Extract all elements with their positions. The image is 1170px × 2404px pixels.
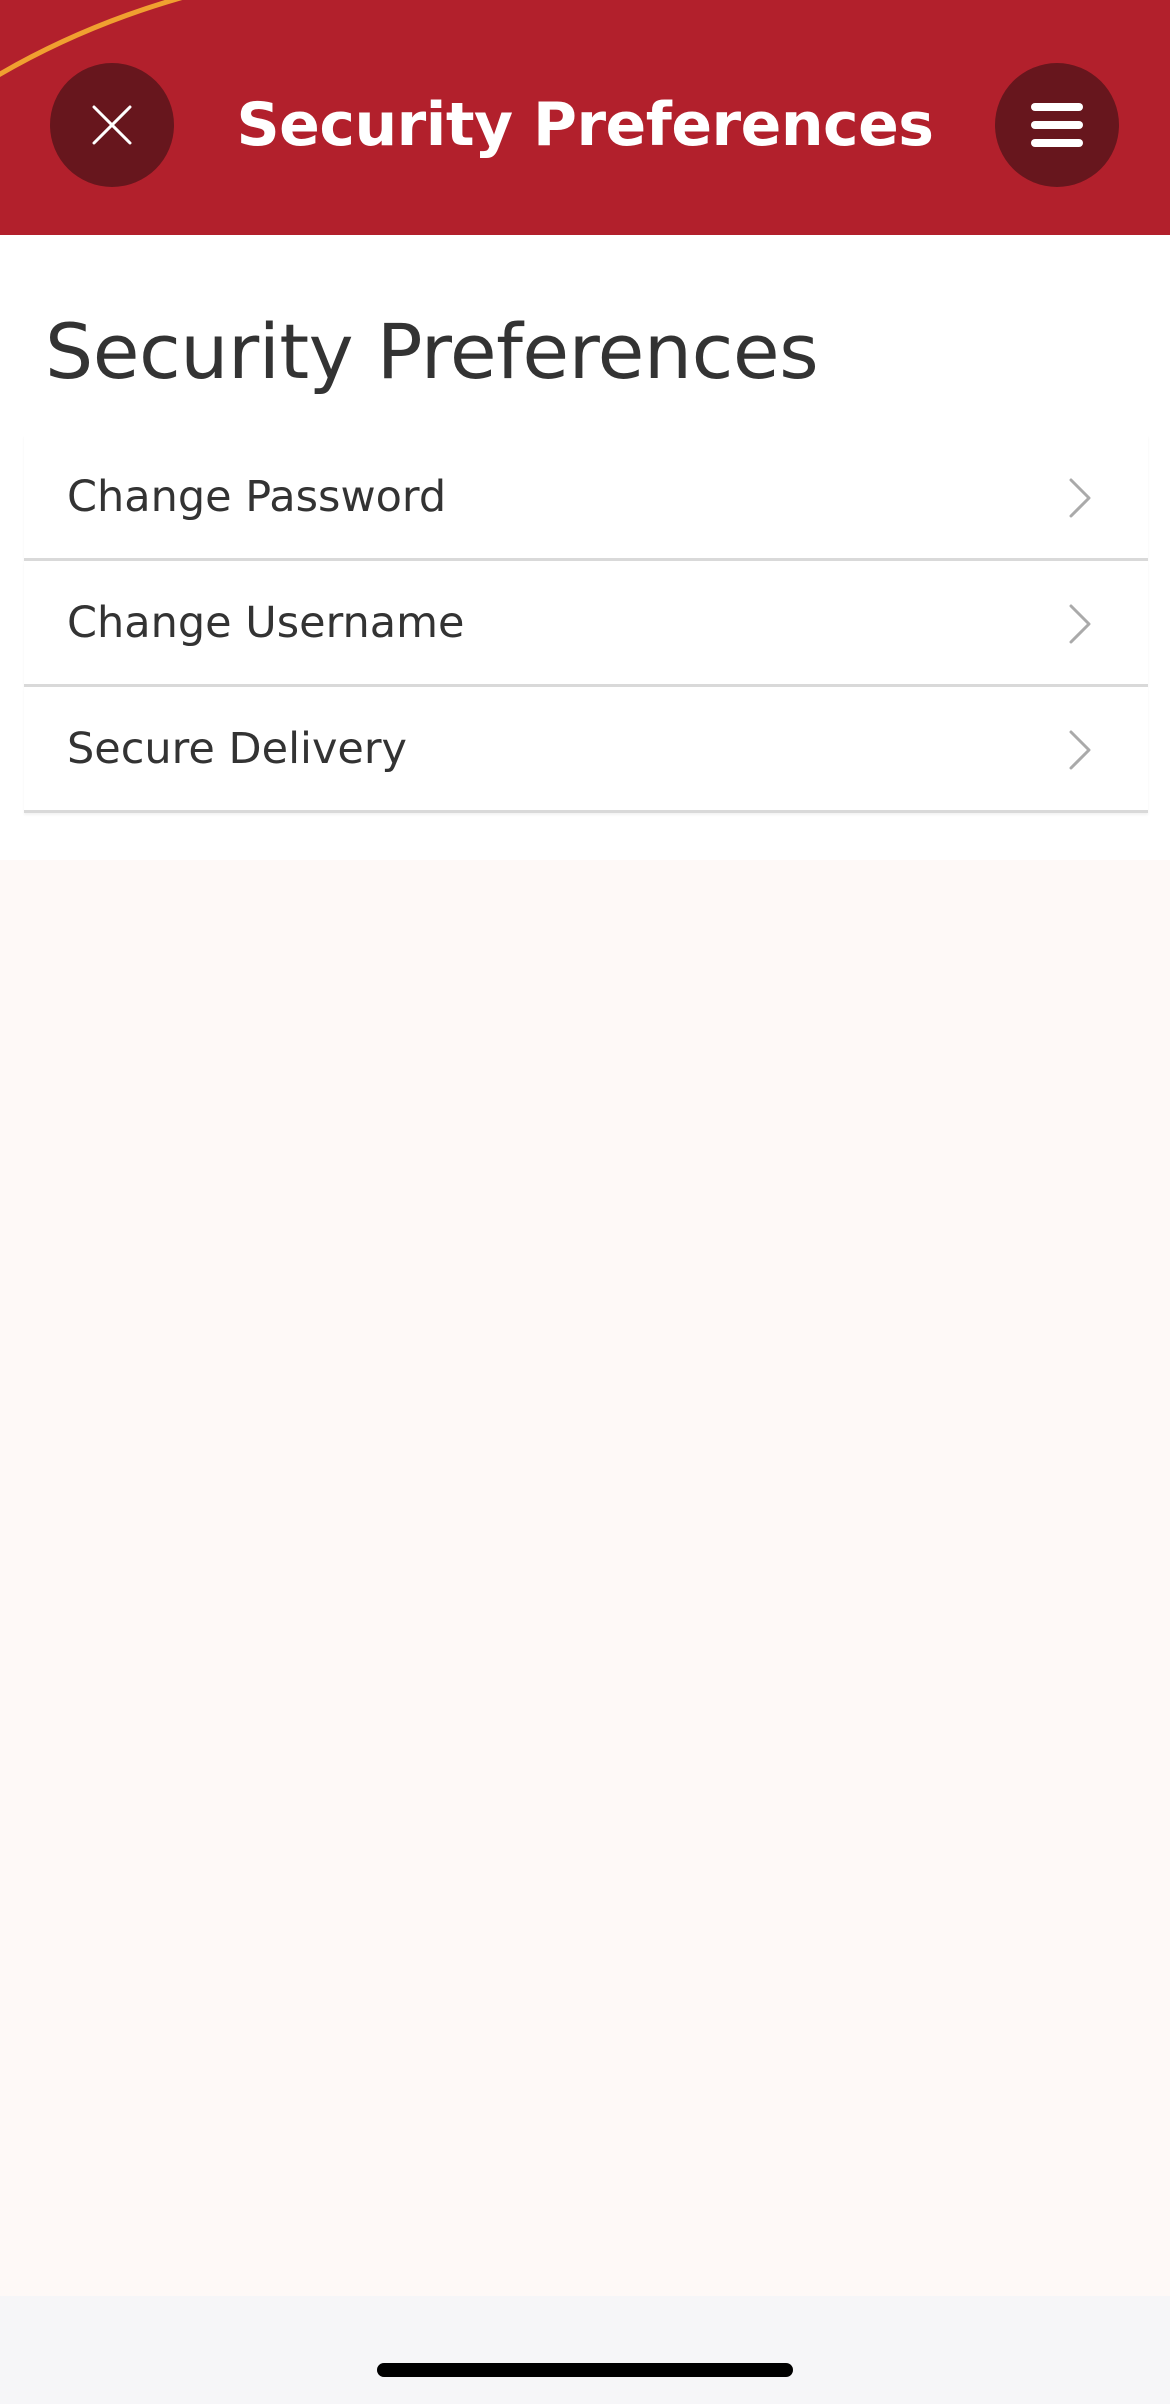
- chevron-right-icon: [1069, 604, 1091, 644]
- hamburger-menu-icon: [1031, 103, 1083, 147]
- home-indicator[interactable]: [377, 2363, 793, 2377]
- list-item-secure-delivery[interactable]: Secure Delivery: [24, 687, 1148, 813]
- main-content: Security Preferences Change Password Cha…: [0, 235, 1170, 860]
- empty-content-area: [0, 860, 1170, 2296]
- chevron-right-icon: [1069, 478, 1091, 518]
- security-options-list: Change Password Change Username Secure D…: [24, 435, 1148, 813]
- home-indicator-bar: [0, 2296, 1170, 2404]
- page-title: Security Preferences: [45, 307, 819, 396]
- menu-button[interactable]: [995, 63, 1119, 187]
- list-item-label: Change Password: [67, 471, 447, 522]
- list-item-label: Change Username: [67, 597, 465, 648]
- app-header: Security Preferences: [0, 0, 1170, 235]
- list-item-change-username[interactable]: Change Username: [24, 561, 1148, 687]
- list-item-change-password[interactable]: Change Password: [24, 435, 1148, 561]
- chevron-right-icon: [1069, 730, 1091, 770]
- list-item-label: Secure Delivery: [67, 723, 407, 774]
